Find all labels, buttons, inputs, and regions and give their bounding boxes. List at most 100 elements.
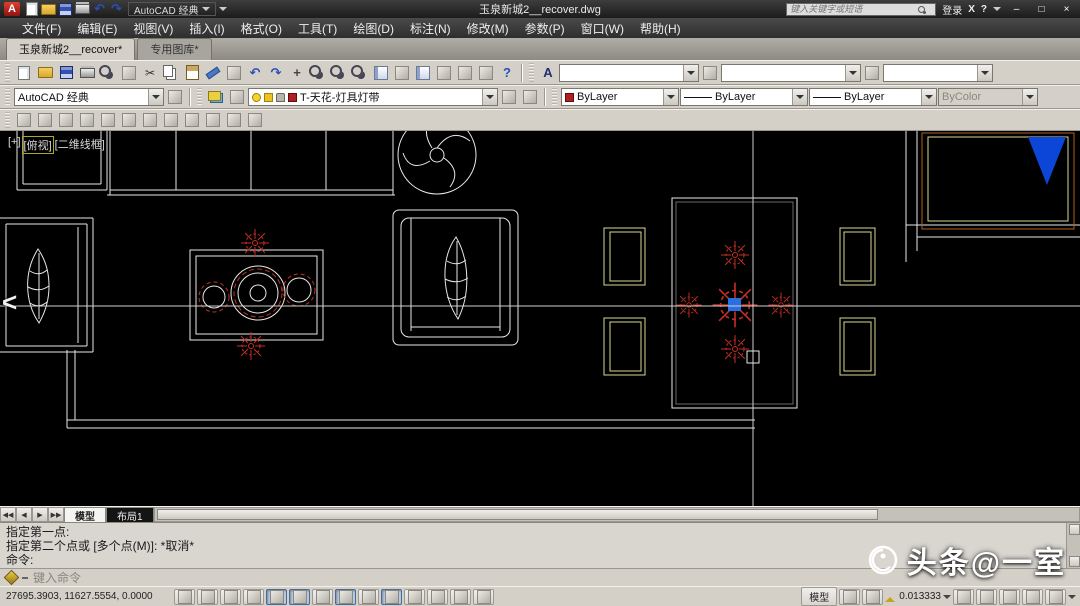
workspace-dropdown[interactable]: AutoCAD 经典 (128, 2, 216, 16)
menu-item-11[interactable]: 帮助(H) (632, 18, 689, 39)
polar-icon[interactable] (266, 589, 287, 605)
layer-combo[interactable]: T-天花-灯具灯带 (248, 88, 498, 106)
snap-icon[interactable] (197, 589, 218, 605)
selected-grip[interactable] (728, 298, 741, 311)
update-fields-icon[interactable] (245, 111, 265, 130)
paste-icon[interactable] (182, 63, 202, 82)
hatch-to-back-icon[interactable] (119, 111, 139, 130)
minimize-button[interactable]: – (1007, 2, 1026, 16)
clean-screen-icon[interactable] (1045, 589, 1066, 605)
chevron-down-icon[interactable] (663, 89, 678, 105)
annotation-update-icon[interactable] (140, 111, 160, 130)
menu-item-3[interactable]: 插入(I) (181, 18, 232, 39)
menu-item-6[interactable]: 绘图(D) (345, 18, 402, 39)
help-more-icon[interactable] (993, 7, 1001, 15)
annotation-autoscale-icon[interactable] (976, 589, 997, 605)
quick-access-more-icon[interactable] (219, 7, 227, 15)
undo-icon[interactable] (91, 2, 108, 17)
command-input-row[interactable]: 键入命令 (0, 568, 1080, 586)
sheet-set-manager-icon[interactable] (434, 63, 454, 82)
properties-icon[interactable] (371, 63, 391, 82)
status-tray-arrow-icon[interactable] (1068, 595, 1076, 603)
viewport-controls[interactable]: [+] [俯视] [二维线框] (8, 136, 105, 154)
pan-icon[interactable] (287, 63, 307, 82)
open-icon[interactable] (35, 63, 55, 82)
ducs-icon[interactable] (358, 589, 379, 605)
tool-palettes-icon[interactable] (413, 63, 433, 82)
table-style-icon[interactable] (224, 111, 244, 130)
layer-states-icon[interactable] (227, 88, 247, 107)
chevron-down-icon[interactable] (148, 89, 163, 105)
chevron-down-icon[interactable] (943, 595, 951, 603)
search-input[interactable] (790, 4, 918, 14)
copy-icon[interactable] (161, 63, 181, 82)
layer-previous-icon[interactable] (520, 88, 540, 107)
send-to-back-icon[interactable] (35, 111, 55, 130)
layer-unlock-icon[interactable] (276, 93, 285, 102)
toolbar-grip[interactable] (552, 88, 557, 106)
menu-item-1[interactable]: 编辑(E) (69, 18, 125, 39)
menu-item-2[interactable]: 视图(V) (125, 18, 181, 39)
menu-item-4[interactable]: 格式(O) (233, 18, 290, 39)
gear-icon[interactable] (165, 88, 185, 107)
scrollbar-thumb[interactable] (157, 509, 878, 520)
coordinate-readout[interactable]: 27695.3903, 11627.5554, 0.0000 (4, 590, 172, 603)
chevron-down-icon[interactable] (921, 89, 936, 105)
osnap-3d-icon[interactable] (312, 589, 333, 605)
command-input[interactable]: 键入命令 (33, 569, 81, 586)
osnap-icon[interactable] (289, 589, 310, 605)
otrack-icon[interactable] (335, 589, 356, 605)
menu-item-9[interactable]: 参数(P) (517, 18, 573, 39)
menu-item-5[interactable]: 工具(T) (290, 18, 345, 39)
mleader-style-icon[interactable] (203, 111, 223, 130)
dyn-icon[interactable] (381, 589, 402, 605)
table-style-icon[interactable] (862, 63, 882, 82)
layout-tab-0[interactable]: 模型 (64, 507, 106, 522)
text-to-front-icon[interactable] (98, 111, 118, 130)
viewport-plus-control[interactable]: [+] (8, 136, 21, 154)
plot-preview-icon[interactable] (98, 63, 118, 82)
new-icon[interactable] (14, 63, 34, 82)
doc-tab-0[interactable]: 玉泉新城2__recover* (6, 38, 135, 60)
zoom-previous-icon[interactable] (350, 63, 370, 82)
table-style-combo[interactable] (883, 64, 993, 82)
undo-icon[interactable] (245, 63, 265, 82)
plot-icon[interactable] (74, 2, 91, 17)
maximize-button[interactable]: □ (1032, 2, 1051, 16)
linetype-combo[interactable]: ByLayer (680, 88, 808, 106)
quick-calc-icon[interactable] (476, 63, 496, 82)
annotation-scale-value[interactable]: 0.013333 (899, 591, 941, 602)
dim-style-icon[interactable] (700, 63, 720, 82)
horizontal-scrollbar[interactable] (154, 507, 1080, 522)
menu-item-0[interactable]: 文件(F) (14, 18, 69, 39)
model-space-button[interactable]: 模型 (801, 587, 837, 606)
toolbar-grip[interactable] (197, 88, 202, 106)
bring-to-front-icon[interactable] (14, 111, 34, 130)
text-style-combo[interactable] (559, 64, 699, 82)
match-properties-icon[interactable] (203, 63, 223, 82)
cut-icon[interactable] (140, 63, 160, 82)
toolbar-lock-icon[interactable] (1022, 589, 1043, 605)
first-tab-button[interactable]: ◀◀ (0, 507, 16, 522)
chevron-down-icon[interactable] (683, 65, 698, 81)
chevron-down-icon[interactable] (792, 89, 807, 105)
workspace-switching-icon[interactable] (999, 589, 1020, 605)
redo-icon[interactable] (266, 63, 286, 82)
zoom-realtime-icon[interactable] (308, 63, 328, 82)
chevron-down-icon[interactable] (977, 65, 992, 81)
markup-set-manager-icon[interactable] (455, 63, 475, 82)
dim-style-icon[interactable] (182, 111, 202, 130)
quickview-drawings-icon[interactable] (862, 589, 883, 605)
block-editor-icon[interactable] (224, 63, 244, 82)
next-tab-button[interactable]: ▶ (32, 507, 48, 522)
prev-tab-button[interactable]: ◀ (16, 507, 32, 522)
help-icon[interactable] (497, 63, 517, 82)
lineweight-combo[interactable]: ByLayer (809, 88, 937, 106)
transparency-icon[interactable] (427, 589, 448, 605)
command-scrollbar[interactable] (1066, 523, 1080, 568)
toolbar-grip[interactable] (5, 63, 10, 81)
drawing-canvas[interactable]: [+] [俯视] [二维线框] < (0, 131, 1080, 506)
workspace-combo[interactable]: AutoCAD 经典 (14, 88, 164, 106)
help-icon[interactable]: ? (981, 4, 987, 15)
search-icon[interactable] (918, 6, 925, 13)
